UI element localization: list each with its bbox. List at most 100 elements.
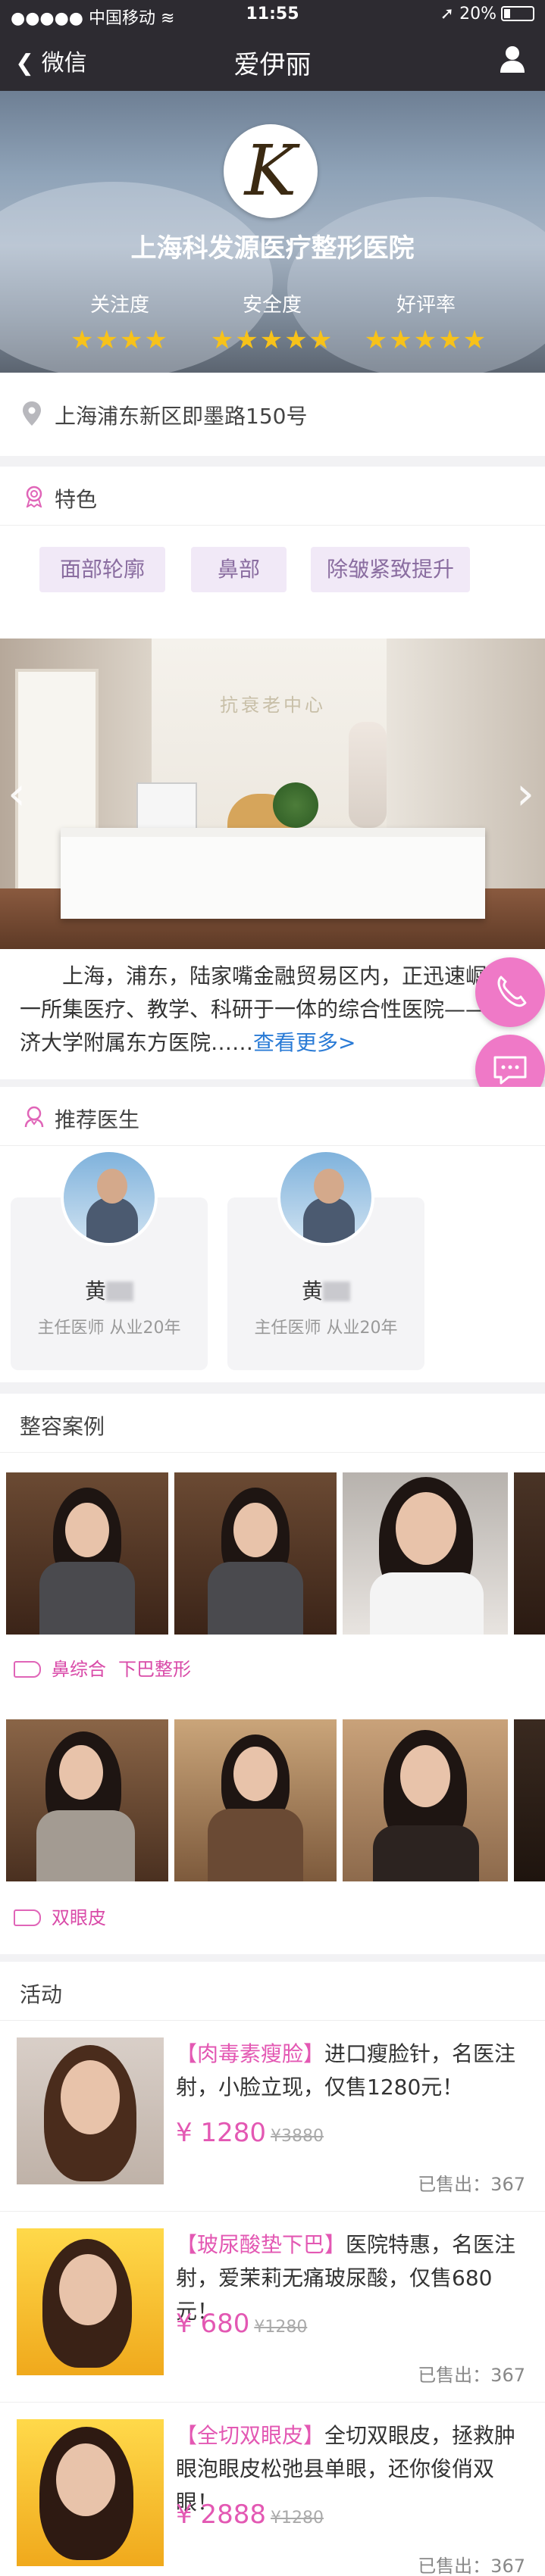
original-price: ¥1280 xyxy=(270,2509,324,2528)
battery-text: 20% xyxy=(459,5,496,23)
view-more-link[interactable]: 查看更多> xyxy=(253,1030,356,1055)
metric-safety: 安全度 ★★★★★ xyxy=(196,289,348,355)
status-bar: ●●●●● 中国移动 ≋ 11:55 ➚ 20% xyxy=(0,0,545,30)
case-tag-label: 鼻综合 xyxy=(52,1659,106,1680)
badge-icon xyxy=(26,486,42,507)
cases-header: 整容案例 xyxy=(0,1394,545,1453)
nav-bar: ❮ 微信 爱伊丽 xyxy=(0,30,545,91)
original-price: ¥3880 xyxy=(270,2127,324,2146)
doctor-info: 主任医师 从业20年 xyxy=(254,1319,398,1338)
hospital-intro: 上海，浦东，陆家嘴金融贸易区内，正迅速崛起一所集医疗、教学、科研于一体的综合性医… xyxy=(0,949,545,1079)
case-photo[interactable] xyxy=(174,1472,337,1635)
sold-count: 已售出：367 xyxy=(418,2174,525,2195)
clinic-photo-carousel[interactable]: 抗衰老中心 ‹ › xyxy=(0,639,545,949)
case-tags[interactable]: 双眼皮 xyxy=(14,1903,106,1933)
case-photo[interactable] xyxy=(6,1719,168,1881)
intro-text: 上海，浦东，陆家嘴金融贸易区内，正迅速崛起一所集医疗、教学、科研于一体的综合性医… xyxy=(20,960,528,1060)
activity-description: 【肉毒素瘦脸】进口瘦脸针，名医注射，小脸立现，仅售1280元！ xyxy=(176,2037,526,2104)
phone-call-button[interactable] xyxy=(475,957,545,1027)
case-photo[interactable] xyxy=(343,1472,508,1635)
clinic-sign: 抗衰老中心 xyxy=(220,695,326,716)
feature-tag[interactable]: 面部轮廓 xyxy=(39,547,165,592)
section-title: 推荐医生 xyxy=(55,1107,140,1132)
price-value: ¥ 2888 xyxy=(176,2500,266,2530)
activity-highlight: 【全切双眼皮】 xyxy=(176,2423,325,2448)
activity-image xyxy=(17,2228,164,2375)
doctor-avatar xyxy=(61,1149,158,1246)
case-photo[interactable] xyxy=(343,1719,508,1881)
case-photos[interactable] xyxy=(0,1719,545,1881)
case-photo[interactable] xyxy=(514,1472,545,1635)
battery-icon xyxy=(501,6,534,21)
doctor-name: 黄 xyxy=(11,1275,208,1305)
feature-tag[interactable]: 鼻部 xyxy=(191,547,287,592)
case-photo[interactable] xyxy=(6,1472,168,1635)
address-text: 上海浦东新区即墨路150号 xyxy=(55,404,308,429)
section-title: 活动 xyxy=(20,1982,63,2007)
section-title: 特色 xyxy=(55,487,98,512)
doctor-name: 黄 xyxy=(227,1275,424,1305)
hospital-logo: K xyxy=(224,124,318,218)
doctor-icon xyxy=(24,1106,44,1128)
doctor-surname: 黄 xyxy=(301,1279,323,1304)
battery-status: ➚ 20% xyxy=(440,5,534,23)
recommended-doctors: 推荐医生 黄 主任医师 从业20年 黄 主任医师 从业20年 xyxy=(0,1087,545,1382)
photo-desk xyxy=(61,828,485,919)
case-photo[interactable] xyxy=(174,1719,337,1881)
activities-header: 活动 xyxy=(0,1962,545,2021)
section-title: 整容案例 xyxy=(20,1414,105,1439)
features-section: 特色 面部轮廓 鼻部 除皱紧致提升 xyxy=(0,467,545,639)
carousel-next-icon[interactable]: › xyxy=(516,767,534,820)
activities: 活动 【肉毒素瘦脸】进口瘦脸针，名医注射，小脸立现，仅售1280元！ ¥ 128… xyxy=(0,1962,545,2576)
case-photos[interactable] xyxy=(0,1472,545,1635)
photo-plant xyxy=(273,782,318,828)
doctor-card[interactable]: 黄 主任医师 从业20年 xyxy=(227,1149,424,1370)
doctor-surname: 黄 xyxy=(84,1279,106,1304)
price-value: ¥ 680 xyxy=(176,2309,250,2339)
redacted-name xyxy=(106,1282,133,1301)
metric-label: 安全度 xyxy=(242,294,302,317)
carousel-prev-icon[interactable]: ‹ xyxy=(8,767,26,820)
user-icon[interactable] xyxy=(500,45,525,73)
activity-highlight: 【玻尿酸垫下巴】 xyxy=(176,2232,346,2257)
metric-label: 关注度 xyxy=(89,294,149,317)
sold-count: 已售出：367 xyxy=(418,2556,525,2576)
doctors-header: 推荐医生 xyxy=(0,1087,545,1146)
redacted-name xyxy=(323,1282,350,1301)
activity-price: ¥ 1280 ¥3880 xyxy=(176,2118,324,2148)
original-price: ¥1280 xyxy=(254,2318,308,2337)
price-value: ¥ 1280 xyxy=(176,2118,266,2148)
activity-highlight: 【肉毒素瘦脸】 xyxy=(176,2041,325,2066)
activity-item[interactable]: 【玻尿酸垫下巴】医院特惠，名医注射，爱茉莉无痛玻尿酸，仅售680元！ ¥ 680… xyxy=(0,2212,545,2403)
location-icon: ➚ xyxy=(440,5,455,23)
hospital-name: 上海科发源医疗整形医院 xyxy=(130,233,415,264)
activity-image xyxy=(17,2037,164,2184)
activity-price: ¥ 2888 ¥1280 xyxy=(176,2500,324,2530)
hospital-hero: K 上海科发源医疗整形医院 关注度 ★★★★ 安全度 ★★★★★ 好评率 ★★★… xyxy=(0,91,545,373)
star-rating: ★★★★★ xyxy=(210,325,334,355)
doctor-card[interactable]: 黄 主任医师 从业20年 xyxy=(11,1149,208,1370)
sold-count: 已售出：367 xyxy=(418,2365,525,2386)
phone-icon xyxy=(497,976,527,1007)
location-pin-icon xyxy=(23,401,41,426)
metric-reviews: 好评率 ★★★★★ xyxy=(350,289,502,355)
activity-image xyxy=(17,2419,164,2566)
activity-item[interactable]: 【全切双眼皮】全切双眼皮，拯救肿眼泡眼皮松弛县单眼，还你俊俏双眼！ ¥ 2888… xyxy=(0,2403,545,2576)
doctor-avatar xyxy=(277,1149,374,1246)
features-header: 特色 xyxy=(0,467,545,526)
star-rating: ★★★★★ xyxy=(364,325,488,355)
case-tags[interactable]: 鼻综合 下巴整形 xyxy=(14,1654,191,1685)
case-tag-label: 下巴整形 xyxy=(118,1659,191,1680)
tag-icon xyxy=(14,1661,41,1678)
tag-icon xyxy=(14,1909,41,1926)
cosmetic-cases: 整容案例 鼻综合 下巴整形 双眼皮 xyxy=(0,1394,545,1954)
logo-letter: K xyxy=(244,130,297,211)
star-rating: ★★★★ xyxy=(70,325,169,355)
case-photo[interactable] xyxy=(514,1719,545,1881)
activity-item[interactable]: 【肉毒素瘦脸】进口瘦脸针，名医注射，小脸立现，仅售1280元！ ¥ 1280 ¥3… xyxy=(0,2021,545,2212)
metric-attention: 关注度 ★★★★ xyxy=(44,289,196,355)
feature-tag[interactable]: 除皱紧致提升 xyxy=(311,547,470,592)
metric-label: 好评率 xyxy=(396,294,456,317)
address-row[interactable]: 上海浦东新区即墨路150号 xyxy=(0,373,545,456)
case-tag-label: 双眼皮 xyxy=(52,1907,106,1928)
